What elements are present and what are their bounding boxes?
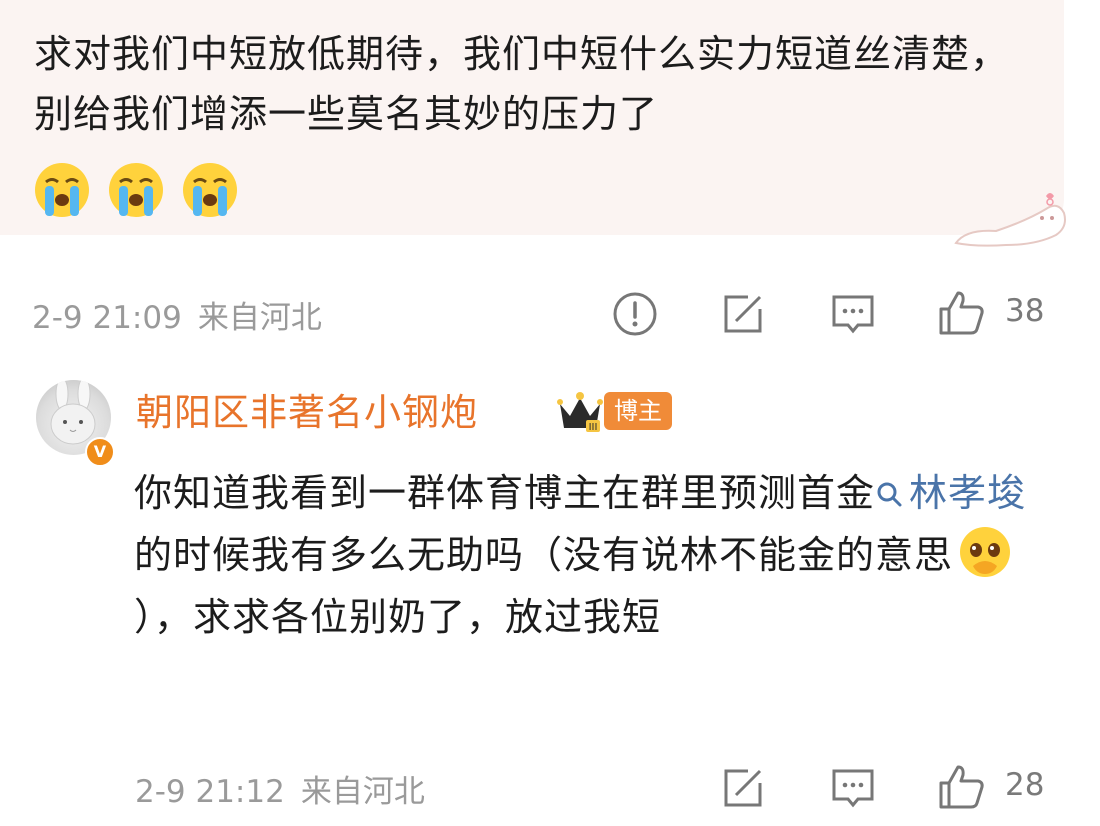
reply-text: 你知道我看到一群体育博主在群里预测首金 林孝埈的时候我有多么无助吗（没有说林不能金… xyxy=(134,462,1064,648)
crown-icon: III xyxy=(557,392,603,433)
reply-text-part: 的时候我有多么无助吗（没有说林不能金的意思 xyxy=(134,533,954,577)
hashtag-link[interactable]: 林孝埈 xyxy=(875,471,1026,515)
crying-face-icon xyxy=(109,163,163,217)
like-icon[interactable] xyxy=(936,287,986,337)
comment-meta: 2-9 21:09 来自河北 xyxy=(32,292,322,337)
comment-bubble: 求对我们中短放低期待，我们中短什么实力短道丝清楚，别给我们增添一些莫名其妙的压力… xyxy=(0,0,1064,235)
reply-date: 2-9 21:12 xyxy=(135,774,285,810)
comment-date: 2-9 21:09 xyxy=(32,300,182,336)
crying-face-icon xyxy=(35,163,89,217)
reply-location: 来自河北 xyxy=(300,774,425,810)
emoji-row xyxy=(32,160,240,220)
comment-icon[interactable] xyxy=(828,763,878,813)
blogger-badge: 博主 xyxy=(604,392,672,430)
reply-text-part: 你知道我看到一群体育博主在群里预测首金 xyxy=(134,471,876,515)
report-icon[interactable] xyxy=(610,289,660,339)
crying-face-icon xyxy=(183,163,237,217)
reply-meta: 2-9 21:12 来自河北 xyxy=(135,766,425,811)
reply-text-part: ），求求各位别奶了，放过我短 xyxy=(134,595,662,639)
repost-icon[interactable] xyxy=(718,763,768,813)
reply-username[interactable]: 朝阳区非著名小钢炮 xyxy=(136,382,478,436)
like-count: 28 xyxy=(1005,767,1045,803)
cat-decoration-icon xyxy=(954,193,1066,247)
pleading-face-icon xyxy=(960,527,1011,577)
comment-icon[interactable] xyxy=(828,289,878,339)
search-icon xyxy=(877,482,902,507)
like-count: 38 xyxy=(1005,293,1045,329)
verified-badge-icon: V xyxy=(85,437,115,467)
svg-text:III: III xyxy=(589,422,598,433)
comment-location: 来自河北 xyxy=(197,300,322,336)
repost-icon[interactable] xyxy=(718,289,768,339)
comment-text: 求对我们中短放低期待，我们中短什么实力短道丝清楚，别给我们增添一些莫名其妙的压力… xyxy=(34,32,1010,136)
like-icon[interactable] xyxy=(936,761,986,811)
hashtag-label: 林孝埈 xyxy=(909,471,1027,515)
